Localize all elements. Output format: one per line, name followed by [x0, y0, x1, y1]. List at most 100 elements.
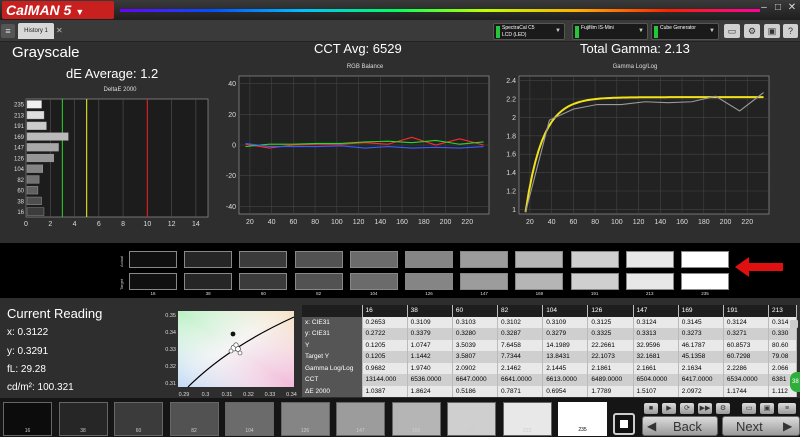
gamma-x-tick: 60 [569, 219, 577, 226]
close-icon[interactable]: ✕ [786, 2, 798, 14]
table-cell: 60.8573 [723, 339, 770, 351]
swatch-target [681, 273, 729, 290]
deltae-bar [26, 121, 47, 130]
screen-icon[interactable]: ▭ [724, 24, 740, 38]
table-cell: 0.3109 [407, 316, 453, 328]
gamma-y-tick: 2 [512, 115, 516, 122]
column-header: 16 [362, 305, 408, 317]
reading-point [228, 348, 234, 354]
tab-close-icon[interactable]: ✕ [56, 26, 65, 35]
patch-button-191[interactable]: 191 [447, 402, 496, 436]
patch-button-169[interactable]: 169 [391, 402, 441, 436]
rgb-y-tick: 0 [232, 143, 236, 150]
swatch-target [349, 273, 398, 290]
reference-device-selector[interactable]: Fujifilm IS-Mini ▼ [572, 23, 648, 40]
swatch-actual [515, 251, 564, 268]
deltae-x-tick: 0 [24, 221, 28, 228]
rgb-x-tick: 80 [311, 219, 319, 226]
table-cell: 32.9596 [633, 339, 679, 351]
meter-device-selector[interactable]: SpectraCal C5 LCD (LED) ▼ [493, 23, 565, 40]
status-led [575, 26, 579, 38]
menu-icon[interactable]: ≡ [1, 24, 15, 38]
deltae-level-label: 104 [14, 167, 25, 173]
column-header: 169 [678, 305, 724, 317]
swatch-actual [129, 251, 177, 268]
column-header: 213 [768, 305, 797, 317]
next-button[interactable]: Next ▶ [722, 416, 800, 436]
pattern-icon[interactable]: ▣ [760, 403, 774, 414]
minimize-icon[interactable]: – [758, 2, 770, 14]
gamma-x-tick: 80 [591, 219, 599, 226]
play-once-icon[interactable]: ▶ [662, 403, 676, 414]
patch-button-147[interactable]: 147 [336, 402, 385, 436]
gear-icon[interactable]: ⚙ [744, 24, 760, 38]
table-cell: 0.9682 [362, 362, 408, 374]
table-cell: 0.3145 [678, 316, 724, 328]
deltae-bar [26, 207, 45, 216]
table-cell: 2.1445 [542, 362, 589, 374]
patch-button-126[interactable]: 126 [280, 402, 330, 436]
table-cell: 1.0747 [407, 339, 453, 351]
swatch-level-label: 38 [205, 291, 211, 296]
tab-history[interactable]: History 1 [18, 23, 54, 39]
swatch-target [239, 273, 288, 290]
generator-name: Cube Generator [660, 25, 696, 31]
settings-icon[interactable]: ⚙ [716, 403, 730, 414]
title-bar: CalMAN 5 ▼ – □ ✕ [0, 0, 800, 20]
cct-average-value: CCT Avg: 6529 [314, 41, 402, 56]
patch-label: 147 [356, 428, 365, 434]
deltae-bar [26, 143, 59, 152]
swatch-level-label: 147 [480, 291, 488, 296]
table-row: y: CIE31 0.2722 0.3379 0.3280 0.3287 0.3279 0.… [302, 328, 797, 340]
table-cell: 6489.0000 [587, 374, 634, 386]
patch-button-60[interactable]: 60 [114, 402, 163, 436]
table-cell: 0.3271 [723, 328, 770, 340]
table-cell: 6647.0000 [452, 374, 499, 386]
options-icon[interactable]: ≡ [778, 403, 796, 414]
deltae-bar [26, 196, 42, 205]
column-header: 82 [497, 305, 544, 317]
reading-point [237, 350, 243, 356]
patch-button-235[interactable]: 235 [558, 402, 607, 436]
table-cell: 1.9740 [407, 362, 453, 374]
play-continuous-icon[interactable]: ⟳ [680, 403, 694, 414]
gamma-y-tick: 2.2 [506, 97, 516, 104]
toolbar: ≡ History 1 ✕ SpectraCal C5 LCD (LED) ▼ … [0, 20, 800, 42]
de-average-value: dE Average: 1.2 [66, 66, 159, 81]
app-logo-menu[interactable]: CalMAN 5 ▼ [2, 1, 114, 19]
measured-point [230, 331, 236, 337]
deltae-level-label: 147 [14, 146, 25, 152]
gamma-x-tick: 120 [633, 219, 645, 226]
reading-point [233, 342, 239, 348]
status-badge[interactable]: 38 [790, 372, 800, 392]
column-header: 126 [587, 305, 634, 317]
stop-measure-icon[interactable]: ■ [644, 403, 658, 414]
patch-button-104[interactable]: 104 [225, 402, 274, 436]
table-scrollbar[interactable] [790, 320, 798, 328]
table-cell: 0.3379 [407, 328, 453, 340]
table-cell: 0.7871 [497, 385, 544, 397]
stop-button[interactable] [613, 413, 635, 435]
deltae-level-label: 169 [14, 135, 25, 141]
screen-icon[interactable]: ▭ [742, 403, 756, 414]
table-cell: 60.7298 [723, 351, 770, 363]
measure-all-icon[interactable]: ▶▶ [698, 403, 712, 414]
cie-y-tick: 0.34 [165, 330, 176, 336]
maximize-icon[interactable]: □ [772, 2, 784, 14]
back-button[interactable]: ◀ Back [642, 416, 718, 436]
back-label: Back [673, 419, 702, 434]
patch-label: 82 [191, 428, 197, 434]
generator-device-selector[interactable]: Cube Generator ▼ [651, 23, 719, 40]
window-icon[interactable]: ▣ [764, 24, 780, 38]
gamma-y-tick: 2.4 [506, 78, 516, 85]
table-cell: 3.5039 [452, 339, 499, 351]
patch-button-16[interactable]: 16 [3, 402, 52, 436]
row-label-target: Target [119, 278, 124, 290]
patch-button-82[interactable]: 82 [169, 402, 219, 436]
patch-button-213[interactable]: 213 [502, 402, 552, 436]
rgb-x-tick: 140 [374, 219, 386, 226]
patch-button-38[interactable]: 38 [58, 402, 108, 436]
deltae-chart: 0 2 4 6 8 10 12 14 235 213 191 169 147 126 104 82 60 38 16 [14, 98, 209, 228]
help-icon[interactable]: ? [783, 24, 798, 38]
swatch-level-label: 82 [316, 291, 322, 296]
